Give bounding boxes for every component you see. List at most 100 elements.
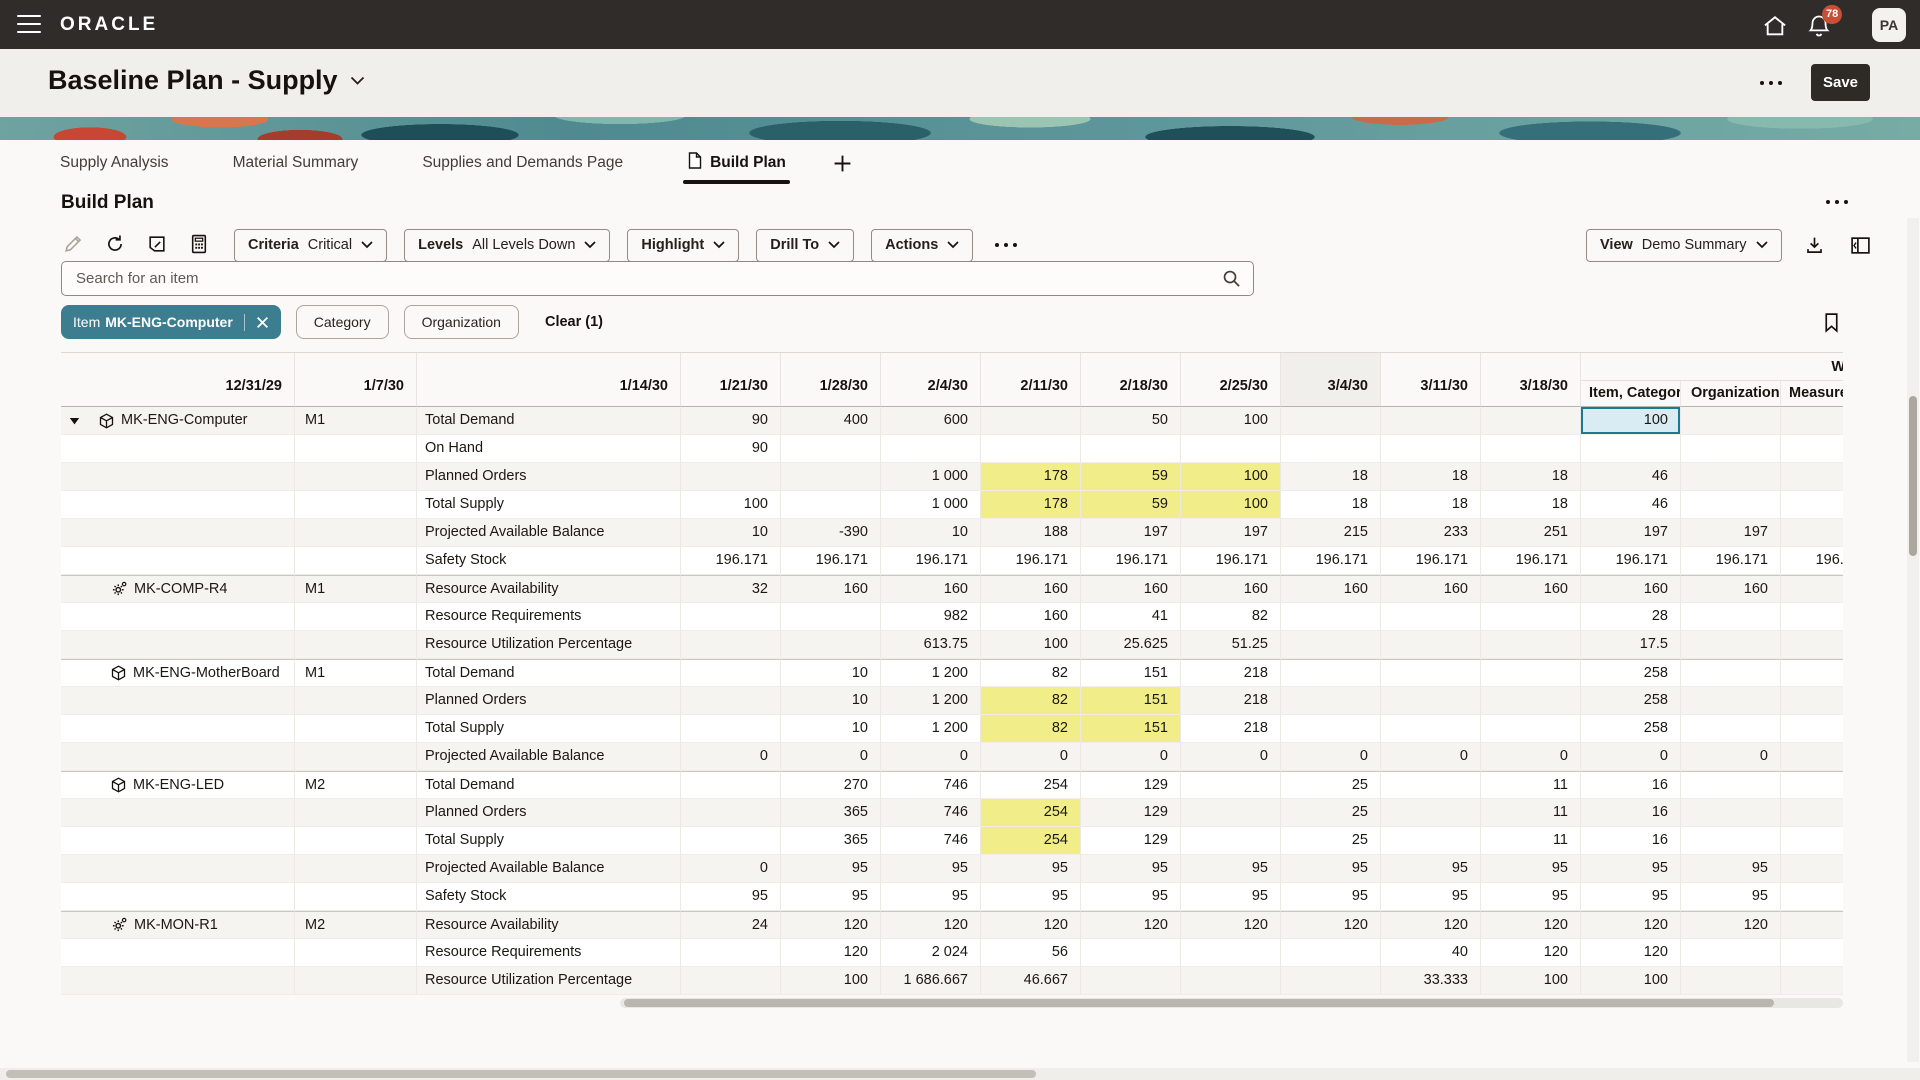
value-cell[interactable]: [681, 687, 781, 715]
refresh-button[interactable]: [102, 232, 128, 258]
value-cell[interactable]: [781, 631, 881, 659]
value-cell[interactable]: 258: [1581, 687, 1681, 715]
value-cell[interactable]: 178: [981, 463, 1081, 491]
value-cell[interactable]: 41: [1081, 603, 1181, 631]
value-cell[interactable]: 196.171: [1381, 547, 1481, 575]
value-cell[interactable]: [1481, 603, 1581, 631]
date-header[interactable]: 12/31/29: [61, 353, 295, 407]
filter-chip-organization[interactable]: Organization: [404, 305, 519, 339]
value-cell[interactable]: 100: [781, 967, 881, 995]
value-cell[interactable]: [681, 603, 781, 631]
value-cell[interactable]: 251: [1481, 519, 1581, 547]
value-cell[interactable]: [1481, 407, 1581, 435]
value-cell[interactable]: [1681, 799, 1781, 827]
value-cell[interactable]: [1481, 659, 1581, 687]
value-cell[interactable]: [1281, 939, 1381, 967]
value-cell[interactable]: 254: [981, 799, 1081, 827]
value-cell[interactable]: 129: [1081, 799, 1181, 827]
value-cell[interactable]: 160: [1281, 575, 1381, 603]
value-cell[interactable]: [781, 435, 881, 463]
value-cell[interactable]: [1681, 715, 1781, 743]
download-button[interactable]: [1802, 232, 1828, 258]
search-input[interactable]: [62, 270, 1222, 287]
date-header[interactable]: 1/7/30: [295, 353, 417, 407]
value-cell[interactable]: 95: [1181, 883, 1281, 911]
value-cell[interactable]: 95: [1281, 855, 1381, 883]
value-cell[interactable]: 218: [1181, 715, 1281, 743]
value-cell[interactable]: [1081, 435, 1181, 463]
value-cell[interactable]: [1281, 435, 1381, 463]
value-cell[interactable]: [1781, 939, 1843, 967]
value-cell[interactable]: 95: [1281, 883, 1381, 911]
item-cell[interactable]: MK-MON-R1: [61, 911, 295, 939]
date-header[interactable]: 1/21/30: [681, 353, 781, 407]
pencil-button[interactable]: [60, 232, 86, 258]
value-cell[interactable]: 258: [1581, 659, 1681, 687]
value-cell[interactable]: [1381, 715, 1481, 743]
value-cell[interactable]: [1781, 855, 1843, 883]
value-cell[interactable]: [1381, 407, 1481, 435]
date-header[interactable]: 1/14/30: [417, 353, 681, 407]
plan-title-dropdown[interactable]: Baseline Plan - Supply: [48, 65, 365, 96]
page-vertical-scrollbar[interactable]: [1907, 218, 1919, 1062]
value-cell[interactable]: [1381, 771, 1481, 799]
value-cell[interactable]: 0: [1481, 743, 1581, 771]
value-cell[interactable]: 100: [981, 631, 1081, 659]
value-cell[interactable]: 197: [1181, 519, 1281, 547]
value-cell[interactable]: 258: [1581, 715, 1681, 743]
value-cell[interactable]: [1081, 939, 1181, 967]
value-cell[interactable]: 233: [1381, 519, 1481, 547]
value-cell[interactable]: 18: [1281, 491, 1381, 519]
value-cell[interactable]: 613.75: [881, 631, 981, 659]
value-cell[interactable]: [781, 463, 881, 491]
scrollbar-thumb[interactable]: [6, 1070, 1036, 1078]
value-cell[interactable]: [681, 715, 781, 743]
value-cell[interactable]: 25: [1281, 771, 1381, 799]
value-cell[interactable]: 82: [1181, 603, 1281, 631]
scrollbar-thumb[interactable]: [1909, 396, 1917, 556]
date-header[interactable]: 3/4/30: [1281, 353, 1381, 407]
value-cell[interactable]: 120: [1481, 939, 1581, 967]
value-cell[interactable]: [1181, 939, 1281, 967]
value-cell[interactable]: 18: [1481, 463, 1581, 491]
drill-to-dropdown[interactable]: Drill To: [756, 229, 854, 262]
value-cell[interactable]: 0: [781, 743, 881, 771]
value-cell[interactable]: 10: [781, 659, 881, 687]
collapse-panel-button[interactable]: [1848, 232, 1874, 258]
value-cell[interactable]: [1781, 407, 1843, 435]
value-cell[interactable]: 95: [981, 883, 1081, 911]
value-cell[interactable]: [781, 491, 881, 519]
toolbar-overflow-menu-icon[interactable]: [995, 243, 1017, 247]
levels-dropdown[interactable]: LevelsAll Levels Down: [404, 229, 610, 262]
value-cell[interactable]: [1381, 659, 1481, 687]
value-cell[interactable]: 95: [1581, 883, 1681, 911]
value-cell[interactable]: 95: [1181, 855, 1281, 883]
value-cell[interactable]: 90: [681, 435, 781, 463]
add-tab-button[interactable]: [828, 148, 858, 178]
note-button[interactable]: [144, 232, 170, 258]
clear-filters-button[interactable]: Clear (1): [545, 314, 603, 330]
value-cell[interactable]: 365: [781, 827, 881, 855]
value-cell[interactable]: [981, 435, 1081, 463]
tab-build-plan[interactable]: Build Plan: [687, 140, 786, 186]
value-cell[interactable]: 10: [881, 519, 981, 547]
date-header[interactable]: 3/18/30: [1481, 353, 1581, 407]
value-cell[interactable]: [1781, 659, 1843, 687]
value-cell[interactable]: 196.171: [1681, 547, 1781, 575]
value-cell[interactable]: 95: [1681, 883, 1781, 911]
value-cell[interactable]: [1281, 715, 1381, 743]
value-cell[interactable]: 25: [1281, 827, 1381, 855]
value-cell[interactable]: 196.171: [1081, 547, 1181, 575]
value-cell[interactable]: 160: [1581, 575, 1681, 603]
hamburger-menu-icon[interactable]: [16, 13, 42, 35]
highlight-dropdown[interactable]: Highlight: [627, 229, 739, 262]
value-cell[interactable]: 82: [981, 687, 1081, 715]
value-cell[interactable]: [1481, 687, 1581, 715]
value-cell[interactable]: [1781, 967, 1843, 995]
value-cell[interactable]: 188: [981, 519, 1081, 547]
value-cell[interactable]: [1481, 435, 1581, 463]
value-cell[interactable]: 16: [1581, 827, 1681, 855]
value-cell[interactable]: 100: [1181, 463, 1281, 491]
date-header[interactable]: 2/11/30: [981, 353, 1081, 407]
value-cell[interactable]: 95: [881, 883, 981, 911]
